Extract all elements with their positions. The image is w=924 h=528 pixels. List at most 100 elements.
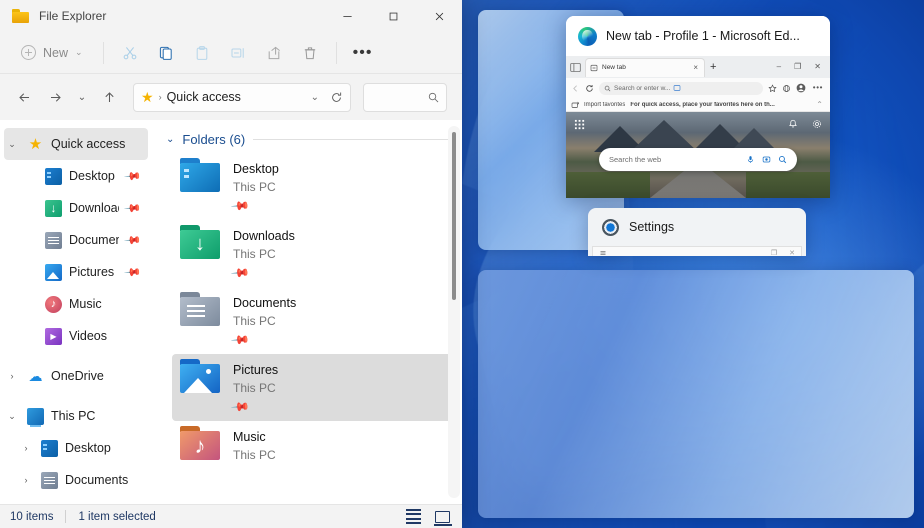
import-favorites-icon[interactable] xyxy=(571,101,579,109)
share-button[interactable] xyxy=(257,38,291,68)
close-button[interactable] xyxy=(416,0,462,32)
back-icon[interactable] xyxy=(571,84,580,93)
scrollbar-thumb[interactable] xyxy=(452,132,456,300)
explorer-navigation-bar[interactable]: ⌄ ★ › Quick access ⌄ xyxy=(0,74,462,120)
see-more-button[interactable]: ••• xyxy=(346,38,380,68)
import-favorites-label[interactable]: Import favorites xyxy=(584,102,625,108)
folders-group-header[interactable]: ⌄ Folders (6) xyxy=(152,120,462,153)
chevron-down-icon[interactable]: ⌄ xyxy=(166,134,174,145)
sidebar-item-documents[interactable]: Documents 📌 xyxy=(4,224,148,256)
edge-close-button[interactable]: ✕ xyxy=(812,63,823,71)
sidebar-item-onedrive[interactable]: › OneDrive xyxy=(4,360,148,392)
settings-window[interactable]: Settings ❐ ✕ xyxy=(588,208,806,256)
minimize-button[interactable] xyxy=(324,0,370,32)
chevron-icon[interactable]: › xyxy=(18,475,34,485)
table-row[interactable]: Music This PC xyxy=(172,421,452,469)
chevron-icon[interactable]: › xyxy=(4,371,20,381)
sidebar-item-desktop[interactable]: Desktop 📌 xyxy=(4,160,148,192)
file-name: Pictures xyxy=(233,363,279,377)
visual-search-camera-icon[interactable] xyxy=(762,155,771,164)
sidebar-item-thispc-desktop[interactable]: › Desktop xyxy=(4,432,148,464)
forward-button[interactable] xyxy=(41,83,69,111)
tab-close-icon[interactable]: × xyxy=(691,63,700,72)
edge-maximize-button[interactable]: ❐ xyxy=(792,63,803,71)
file-explorer-window[interactable]: File Explorer New ⌄ ••• ⌄ ★ › Quick acce… xyxy=(0,0,462,528)
cloud-icon xyxy=(27,368,44,385)
settings-maximize-button[interactable]: ❐ xyxy=(771,249,777,257)
sidebar-item-quick-access[interactable]: ⌄ ★ Quick access xyxy=(4,128,148,160)
tab-actions-icon[interactable] xyxy=(569,61,582,74)
chevron-icon[interactable]: ⌄ xyxy=(4,411,20,422)
navigation-pane[interactable]: ⌄ ★ Quick access Desktop 📌 Downloads 📌 D… xyxy=(0,120,152,504)
cut-button[interactable] xyxy=(113,38,147,68)
page-settings-gear-icon[interactable] xyxy=(812,119,822,129)
collections-icon[interactable] xyxy=(782,84,791,93)
recent-locations-button[interactable]: ⌄ xyxy=(72,83,92,111)
edge-window-controls[interactable]: – ❐ ✕ xyxy=(775,63,827,71)
star-icon: ★ xyxy=(28,135,43,153)
table-row[interactable]: Desktop This PC 📌 xyxy=(172,153,452,220)
sidebar-item-label: Downloads xyxy=(69,201,119,215)
settings-titlebar[interactable]: Settings xyxy=(588,208,806,246)
address-bar[interactable]: ★ › Quick access ⌄ xyxy=(133,82,351,112)
web-search-box[interactable]: Search the web xyxy=(599,148,797,171)
edge-address-bar[interactable]: Search or enter w... xyxy=(599,81,763,95)
details-view-button[interactable] xyxy=(404,508,423,525)
new-button[interactable]: New ⌄ xyxy=(10,40,94,65)
delete-button[interactable] xyxy=(293,38,327,68)
table-row[interactable]: Pictures This PC 📌 xyxy=(172,354,452,421)
edge-titlebar[interactable]: New tab - Profile 1 - Microsoft Ed... xyxy=(566,16,830,56)
sidebar-item-downloads[interactable]: Downloads 📌 xyxy=(4,192,148,224)
file-name: Desktop xyxy=(233,162,279,176)
sidebar-item-label: OneDrive xyxy=(51,369,104,383)
app-launcher-icon[interactable] xyxy=(574,118,585,130)
edge-favorites-bar[interactable]: Import favorites For quick access, place… xyxy=(566,98,830,112)
refresh-icon[interactable] xyxy=(330,91,343,104)
up-button[interactable] xyxy=(95,83,123,111)
settings-close-button[interactable]: ✕ xyxy=(789,249,795,257)
edge-tab-strip[interactable]: New tab × + – ❐ ✕ xyxy=(566,56,830,78)
edge-tab[interactable]: New tab × xyxy=(585,57,705,77)
chevron-icon[interactable]: › xyxy=(18,443,34,453)
refresh-icon[interactable] xyxy=(585,84,594,93)
chevron-icon[interactable]: ⌄ xyxy=(4,139,20,150)
explorer-titlebar[interactable]: File Explorer xyxy=(0,0,462,32)
notifications-bell-icon[interactable] xyxy=(788,119,798,129)
sidebar-item-music[interactable]: Music xyxy=(4,288,148,320)
edge-minimize-button[interactable]: – xyxy=(775,63,783,71)
favorites-star-icon[interactable] xyxy=(768,83,777,93)
table-row[interactable]: Downloads This PC 📌 xyxy=(172,220,452,287)
rename-button[interactable] xyxy=(221,38,255,68)
explorer-window-controls[interactable] xyxy=(324,0,462,32)
edge-toolbar[interactable]: Search or enter w... ••• xyxy=(566,78,830,98)
maximize-button[interactable] xyxy=(370,0,416,32)
breadcrumb[interactable]: Quick access xyxy=(167,90,300,104)
search-box[interactable] xyxy=(363,82,447,112)
new-tab-top-icons[interactable] xyxy=(566,116,830,132)
large-icons-view-button[interactable] xyxy=(433,508,453,526)
edge-browser-window[interactable]: New tab - Profile 1 - Microsoft Ed... Ne… xyxy=(566,16,830,198)
pin-icon: 📌 xyxy=(123,167,142,186)
hamburger-menu-icon[interactable] xyxy=(599,249,607,257)
split-screen-icon[interactable] xyxy=(673,84,681,92)
back-button[interactable] xyxy=(10,83,38,111)
sidebar-item-pictures[interactable]: Pictures 📌 xyxy=(4,256,148,288)
view-mode-buttons[interactable] xyxy=(404,508,453,526)
profile-avatar-icon[interactable] xyxy=(796,83,806,93)
file-list-pane[interactable]: ⌄ Folders (6) Desktop This PC 📌 Download… xyxy=(152,120,462,504)
file-list-scrollbar[interactable] xyxy=(448,126,460,498)
snap-preview-bottom[interactable] xyxy=(478,270,914,518)
sidebar-item-videos[interactable]: Videos xyxy=(4,320,148,352)
microphone-icon[interactable] xyxy=(746,155,755,164)
sidebar-item-this-pc[interactable]: ⌄ This PC xyxy=(4,400,148,432)
table-row[interactable]: Documents This PC 📌 xyxy=(172,287,452,354)
edge-settings-more-icon[interactable]: ••• xyxy=(811,84,825,92)
paste-button[interactable] xyxy=(185,38,219,68)
favorites-overflow-icon[interactable]: ⌃ xyxy=(814,100,825,109)
breadcrumb-chevron-icon[interactable]: ⌄ xyxy=(305,92,325,103)
search-submit-icon[interactable] xyxy=(778,155,787,164)
copy-button[interactable] xyxy=(149,38,183,68)
explorer-command-bar[interactable]: New ⌄ ••• xyxy=(0,32,462,74)
sidebar-item-thispc-documents[interactable]: › Documents xyxy=(4,464,148,496)
new-tab-button[interactable]: + xyxy=(708,61,718,73)
